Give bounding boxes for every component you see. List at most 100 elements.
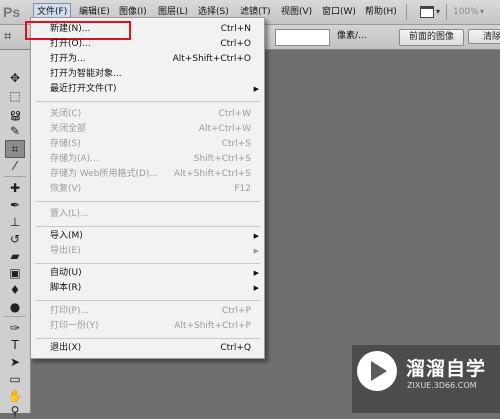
toolbar-separator (4, 316, 26, 317)
menu-item-label: 脚本(R) (50, 283, 82, 293)
menu-item-exit[interactable]: 退出(X) Ctrl+Q (31, 341, 264, 356)
type-tool-icon[interactable]: T (6, 337, 24, 353)
workspace-icon[interactable] (420, 6, 434, 18)
menu-item-automate[interactable]: 自动(U) ▶ (31, 266, 264, 281)
menu-item-shortcut: Alt+Shift+Ctrl+O (172, 54, 251, 64)
menu-item-shortcut: Ctrl+Q (220, 343, 251, 353)
menu-item-shortcut: Alt+Shift+Ctrl+P (174, 321, 251, 331)
menu-separator (35, 201, 260, 202)
menu-item-import[interactable]: 导入(M) ▶ (31, 229, 264, 244)
menu-item-label: 打开为智能对象... (50, 69, 122, 79)
zoom-level[interactable]: 100% (453, 4, 479, 20)
menu-item-close-all[interactable]: 关闭全部 Alt+Ctrl+W (31, 122, 264, 137)
watermark-url: ZIXUE.3D66.COM (407, 381, 477, 390)
lasso-tool-icon[interactable]: ൠ (6, 106, 24, 122)
toolbar-separator (4, 176, 26, 177)
zoom-chevron-down-icon[interactable]: ▾ (480, 4, 484, 20)
eyedropper-tool-icon[interactable]: ⁄ (6, 158, 24, 174)
menu-item-label: 退出(X) (50, 343, 82, 353)
photoshop-logo: Ps (3, 4, 21, 20)
crop-tool-preset-icon[interactable]: ⌗ (4, 28, 18, 46)
menu-item-open-smart-object[interactable]: 打开为智能对象... (31, 67, 264, 82)
menu-item-shortcut: Alt+Ctrl+W (198, 124, 251, 134)
submenu-arrow-icon: ▶ (253, 269, 259, 277)
quick-select-tool-icon[interactable]: ✎ (6, 123, 24, 139)
hand-tool-icon[interactable]: ✋ (6, 388, 24, 404)
menu-separator (35, 338, 260, 339)
menu-item-save-for-web[interactable]: 存储为 Web所用格式(D)... Alt+Shift+Ctrl+S (31, 167, 264, 182)
menu-item-label: 恢复(V) (50, 184, 82, 194)
menu-view[interactable]: 视图(V) (278, 4, 315, 20)
gradient-tool-icon[interactable]: ▣ (6, 265, 24, 281)
eraser-tool-icon[interactable]: ▰ (6, 248, 24, 264)
menu-item-shortcut: Ctrl+P (222, 306, 251, 316)
front-image-button[interactable]: 前面的图像 (399, 29, 464, 46)
path-select-tool-icon[interactable]: ➤ (6, 354, 24, 370)
dodge-tool-icon[interactable]: ● (6, 299, 24, 315)
watermark-title: 溜溜自学 (406, 358, 487, 380)
crop-tool-icon[interactable]: ⌗ (5, 140, 25, 158)
zoom-tool-icon[interactable]: ⚲ (6, 403, 24, 419)
menu-item-label: 自动(U) (50, 268, 82, 278)
tools-panel: ✥ ⬚ ൠ ✎ ⌗ ⁄ ✚ ✒ ⊥ ↺ ▰ ▣ ♦ ● ✑ T ➤ ▭ ✋ ⚲ (0, 50, 31, 418)
menu-item-open[interactable]: 打开(O)... Ctrl+O (31, 37, 264, 52)
menu-help[interactable]: 帮助(H) (362, 4, 400, 20)
submenu-arrow-icon: ▶ (253, 85, 259, 93)
submenu-arrow-icon: ▶ (253, 284, 259, 292)
menu-item-shortcut: Ctrl+S (221, 139, 251, 149)
menu-separator (35, 101, 260, 102)
menu-item-shortcut: Shift+Ctrl+S (193, 154, 251, 164)
menu-item-revert[interactable]: 恢复(V) F12 (31, 182, 264, 197)
menu-item-shortcut: Ctrl+W (218, 109, 251, 119)
menu-item-place[interactable]: 置入(L)... (31, 207, 264, 222)
menu-item-scripts[interactable]: 脚本(R) ▶ (31, 281, 264, 296)
menu-item-label: 置入(L)... (50, 209, 89, 219)
clone-stamp-tool-icon[interactable]: ⊥ (6, 214, 24, 230)
menu-item-label: 打印一份(Y) (50, 321, 99, 331)
shape-tool-icon[interactable]: ▭ (6, 371, 24, 387)
move-tool-icon[interactable]: ✥ (6, 70, 24, 86)
blur-tool-icon[interactable]: ♦ (6, 282, 24, 298)
menu-item-label: 存储为 Web所用格式(D)... (50, 169, 159, 179)
pen-tool-icon[interactable]: ✑ (6, 320, 24, 336)
clear-button[interactable]: 清除 (468, 29, 500, 44)
marquee-tool-icon[interactable]: ⬚ (6, 88, 24, 104)
menu-item-label: 存储(S) (50, 139, 81, 149)
menu-item-label: 打开为... (50, 54, 86, 64)
menu-item-recent-files[interactable]: 最近打开文件(T) ▶ (31, 82, 264, 97)
resolution-input[interactable] (275, 29, 330, 46)
menu-separator (35, 226, 260, 227)
menu-separator (35, 300, 260, 301)
menu-item-shortcut: F12 (234, 184, 251, 194)
chevron-down-icon[interactable]: ▾ (436, 4, 440, 20)
menu-item-print-one-copy[interactable]: 打印一份(Y) Alt+Shift+Ctrl+P (31, 319, 264, 334)
menu-item-label: 打开(O)... (50, 39, 91, 49)
menu-item-label: 关闭(C) (50, 109, 82, 119)
submenu-arrow-icon: ▶ (253, 247, 259, 255)
menu-item-save[interactable]: 存储(S) Ctrl+S (31, 137, 264, 152)
menu-item-label: 导入(M) (50, 231, 83, 241)
menu-item-save-as[interactable]: 存储为(A)... Shift+Ctrl+S (31, 152, 264, 167)
file-menu-dropdown: 新建(N)... Ctrl+N 打开(O)... Ctrl+O 打开为... A… (25, 17, 265, 359)
menu-window[interactable]: 窗口(W) (319, 4, 359, 20)
menu-item-label: 最近打开文件(T) (50, 84, 117, 94)
brush-tool-icon[interactable]: ✒ (6, 197, 24, 213)
menu-item-shortcut: Ctrl+O (220, 39, 251, 49)
menu-item-print[interactable]: 打印(P)... Ctrl+P (31, 304, 264, 319)
menu-item-label: 打印(P)... (50, 306, 90, 316)
healing-brush-tool-icon[interactable]: ✚ (6, 180, 24, 196)
units-select[interactable]: 像素/... (337, 29, 391, 44)
menu-item-export[interactable]: 导出(E) ▶ (31, 244, 264, 259)
play-icon (371, 361, 387, 381)
menu-item-label: 关闭全部 (50, 124, 87, 134)
menu-item-open-as[interactable]: 打开为... Alt+Shift+Ctrl+O (31, 52, 264, 67)
menu-separator (406, 4, 407, 20)
menu-item-shortcut: Alt+Shift+Ctrl+S (174, 169, 251, 179)
history-brush-tool-icon[interactable]: ↺ (6, 231, 24, 247)
menu-item-close[interactable]: 关闭(C) Ctrl+W (31, 107, 264, 122)
submenu-arrow-icon: ▶ (253, 232, 259, 240)
menu-item-label: 导出(E) (50, 246, 81, 256)
menu-item-label: 存储为(A)... (50, 154, 99, 164)
menu-item-new[interactable]: 新建(N)... Ctrl+N (25, 21, 264, 40)
menu-separator (35, 263, 260, 264)
